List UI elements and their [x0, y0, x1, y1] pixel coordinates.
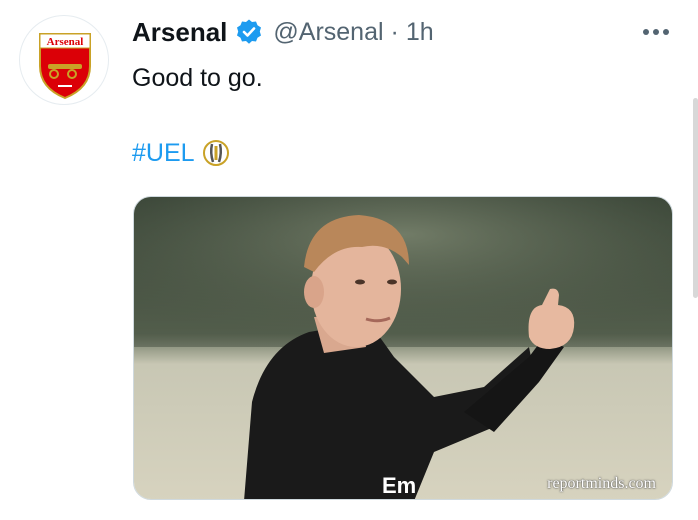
- tweet-text: Good to go.: [132, 64, 263, 92]
- more-options-button[interactable]: [638, 18, 674, 46]
- hashtag-link[interactable]: #UEL: [132, 139, 195, 168]
- author-handle[interactable]: @Arsenal: [273, 18, 383, 47]
- arsenal-crest-icon: Arsenal: [39, 33, 91, 100]
- crest-label: Arsenal: [47, 36, 84, 48]
- tweet-timestamp[interactable]: 1h: [406, 18, 434, 47]
- ellipsis-icon: [643, 29, 669, 35]
- scrollbar[interactable]: [693, 98, 698, 298]
- hashtag-line: #UEL: [132, 137, 231, 169]
- verified-badge-icon: [235, 18, 263, 46]
- separator-dot: ·: [390, 17, 399, 46]
- avatar[interactable]: Arsenal: [19, 15, 109, 105]
- author-name[interactable]: Arsenal: [132, 17, 227, 48]
- watermark-text: reportminds.com: [547, 475, 656, 492]
- player-thumbs-up-photo: Em: [134, 197, 672, 499]
- tweet-header: Arsenal @Arsenal · 1h: [132, 14, 434, 50]
- tweet-media-image[interactable]: Em reportminds.com: [133, 196, 673, 500]
- uel-trophy-icon: [201, 138, 231, 168]
- shirt-text: Em: [382, 473, 416, 498]
